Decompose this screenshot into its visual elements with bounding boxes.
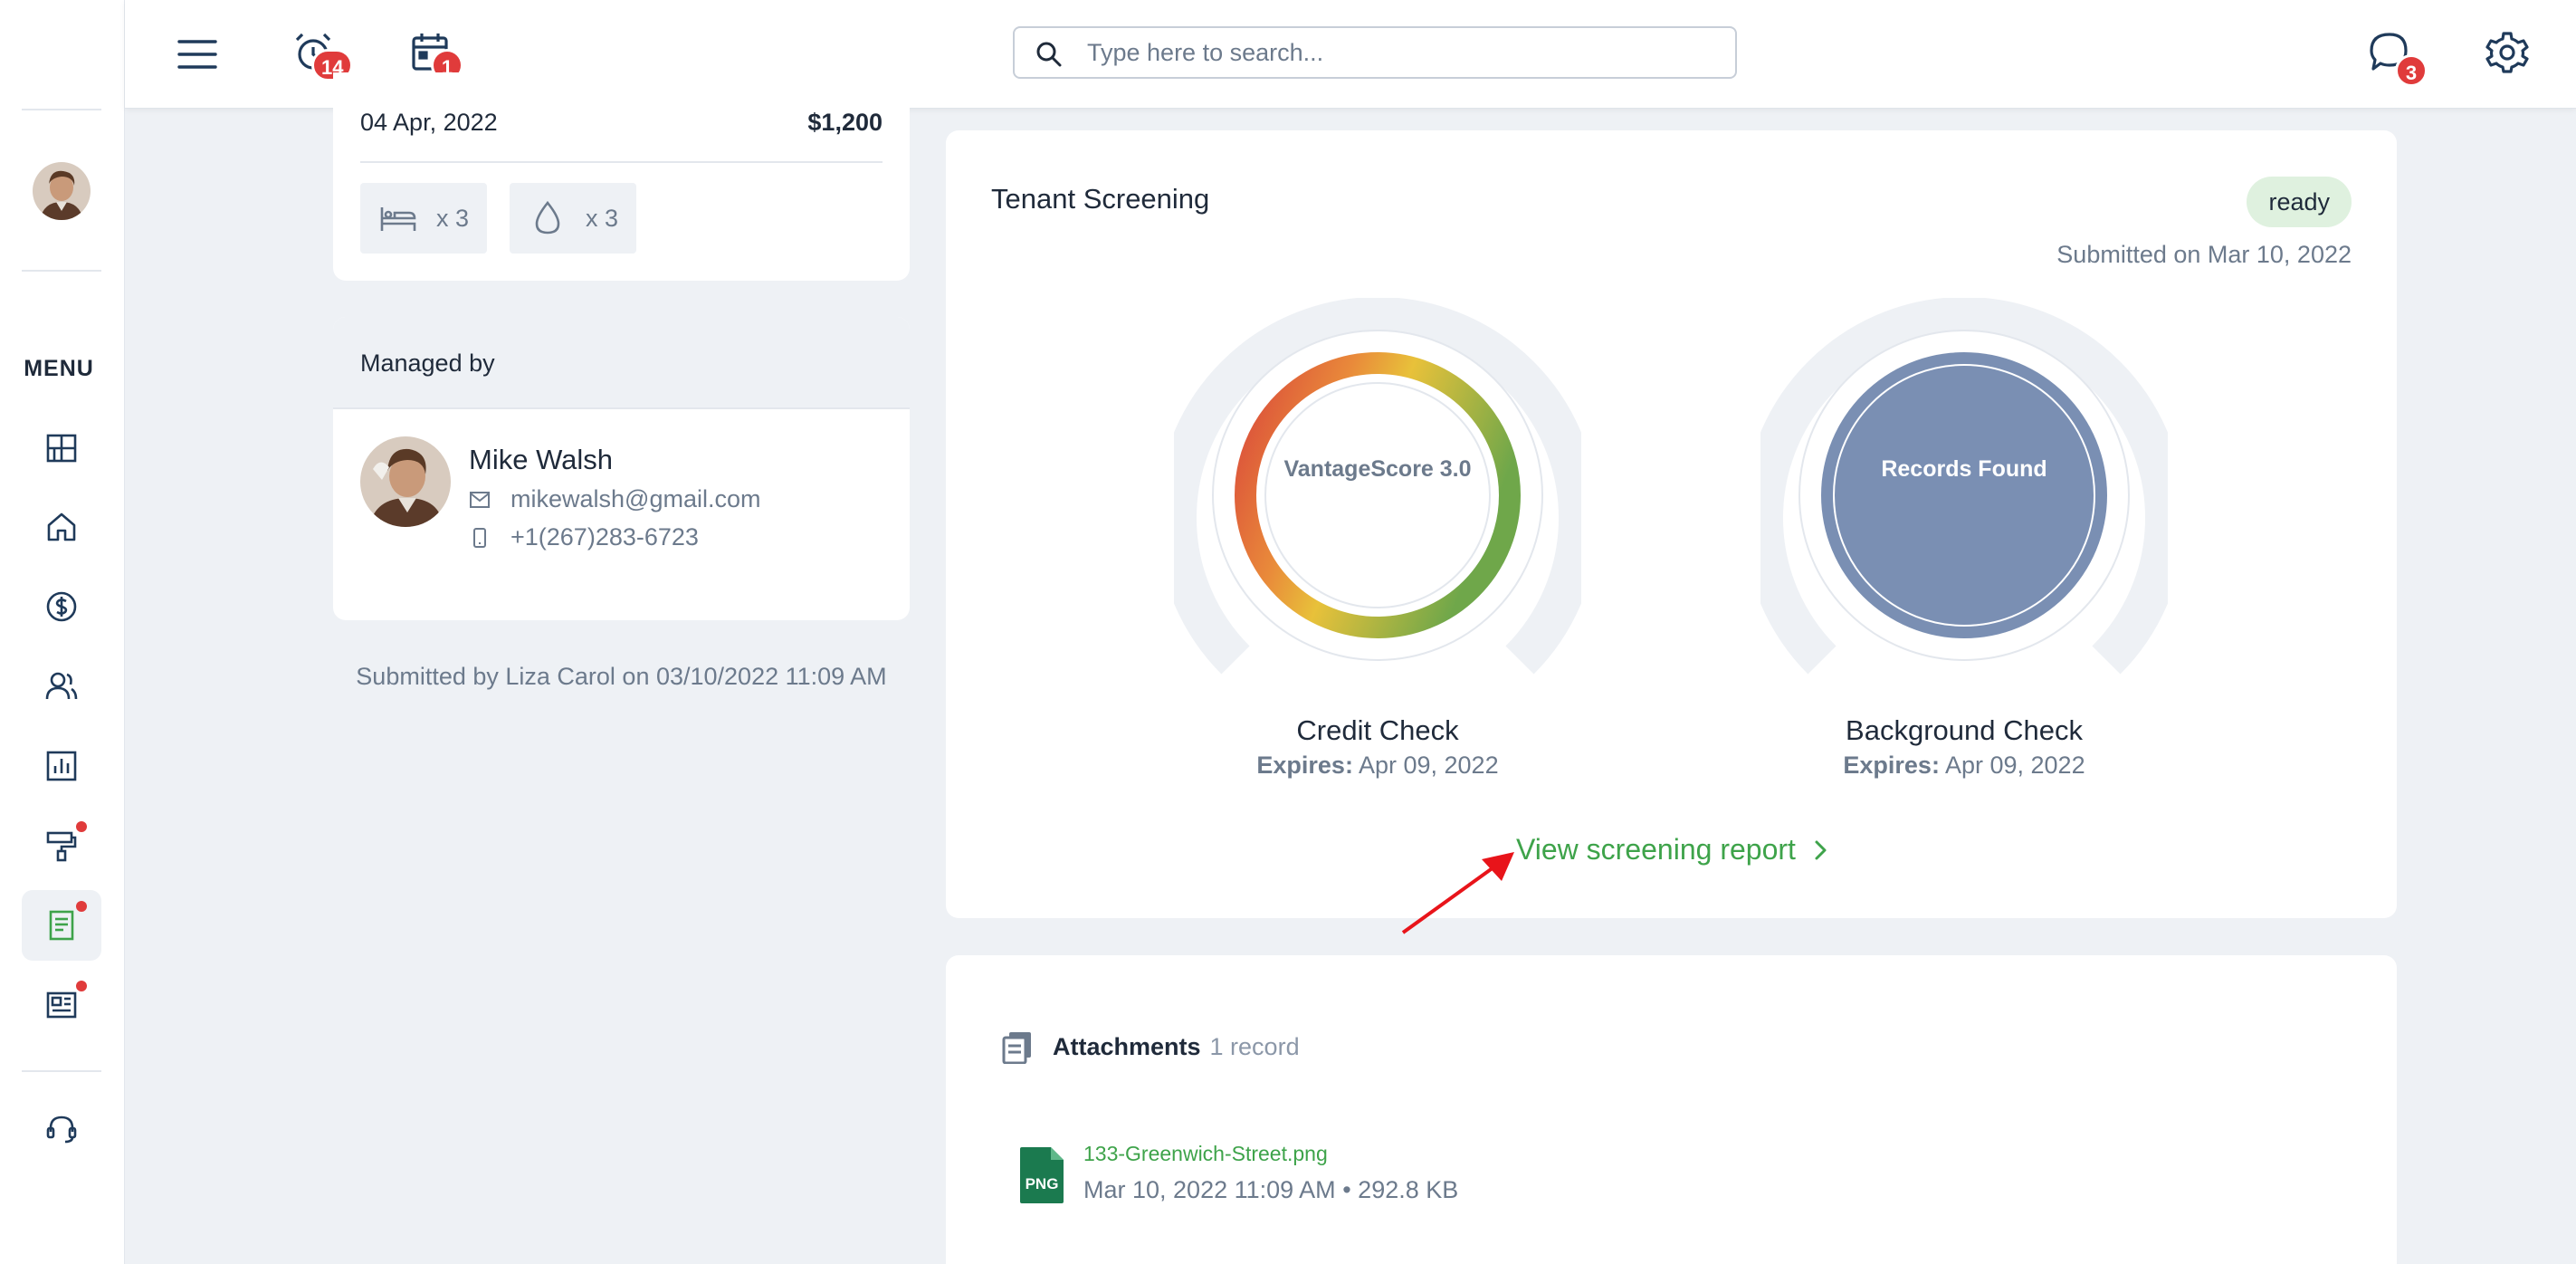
svg-text:PNG: PNG <box>1026 1175 1059 1192</box>
gear-icon <box>2485 32 2529 73</box>
attachments-card: Attachments 1 record PNG 133-Greenwich-S… <box>946 955 2397 1264</box>
view-screening-report-link[interactable]: View screening report <box>1516 833 1832 867</box>
credit-check-expiry: Expires: Apr 09, 2022 <box>1174 752 1581 780</box>
messages-count-badge: 3 <box>2395 54 2428 87</box>
sidebar-item-dashboard[interactable] <box>22 413 101 484</box>
credit-score-label: VantageScore 3.0 <box>1283 456 1472 482</box>
status-badge: ready <box>2247 177 2352 227</box>
manager-name: Mike Walsh <box>469 444 614 475</box>
home-icon <box>47 512 76 541</box>
calendar-button[interactable]: 1 <box>405 27 463 81</box>
chevron-right-icon <box>1815 840 1827 859</box>
notification-dot <box>76 901 87 912</box>
newspaper-icon <box>46 991 77 1019</box>
sidebar-item-support[interactable] <box>22 1093 101 1163</box>
sidebar-item-listings[interactable] <box>22 970 101 1040</box>
notification-dot <box>76 981 87 991</box>
sidebar-item-accounting[interactable] <box>22 571 101 642</box>
screening-title: Tenant Screening <box>991 183 1210 215</box>
credit-check-title: Credit Check <box>1296 714 1459 746</box>
credit-check-gauge[interactable]: VantageScore 3.0 <box>1157 297 1598 678</box>
report-link-label: View screening report <box>1516 833 1796 866</box>
attachments-title: Attachments <box>1053 1032 1201 1060</box>
bar-chart-icon <box>46 751 77 781</box>
png-file-icon: PNG <box>1020 1147 1064 1203</box>
hamburger-icon <box>177 40 217 69</box>
manager-email[interactable]: mikewalsh@gmail.com <box>510 485 760 513</box>
lease-amount: $1,200 <box>807 109 883 136</box>
search-input[interactable] <box>1087 35 1712 70</box>
attachment-size: 292.8 KB <box>1358 1176 1459 1203</box>
attachment-file-meta: Mar 10, 2022 11:09 AM • 292.8 KB <box>1083 1176 1458 1204</box>
phone-icon <box>473 527 486 548</box>
managed-by-card: Managed by Mike Walsh mikewalsh@gmail.co… <box>333 317 910 620</box>
sidebar-item-maintenance[interactable] <box>22 810 101 881</box>
bullet-separator: • <box>1342 1176 1359 1203</box>
menu-heading: MENU <box>24 356 94 381</box>
bathrooms-count: x 3 <box>586 204 619 232</box>
background-check-title: Background Check <box>1846 714 2083 746</box>
sidebar-divider <box>22 109 101 110</box>
headset-icon <box>46 1116 77 1144</box>
lease-summary-card: 04 Apr, 2022 $1,200 x 3 x 3 <box>333 72 910 281</box>
expires-date: Apr 09, 2022 <box>1944 752 2085 779</box>
expires-label: Expires: <box>1256 752 1353 779</box>
sidebar-divider <box>22 1070 101 1072</box>
expires-label: Expires: <box>1843 752 1940 779</box>
notification-dot <box>76 821 87 832</box>
sidebar-item-applications[interactable] <box>22 890 101 961</box>
attachments-header: Attachments 1 record <box>1000 1029 1300 1064</box>
bathrooms-chip: x 3 <box>510 183 637 254</box>
manager-phone[interactable]: +1(267)283-6723 <box>510 523 699 551</box>
users-icon <box>45 672 78 700</box>
attachment-date: Mar 10, 2022 11:09 AM <box>1083 1176 1336 1203</box>
managed-by-heading: Managed by <box>360 350 495 377</box>
background-check-gauge[interactable]: Records Found <box>1743 297 2185 678</box>
tenant-screening-card: Tenant Screening ready Submitted on Mar … <box>946 130 2397 918</box>
sidebar-item-properties[interactable] <box>22 492 101 562</box>
sidebar-item-reports[interactable] <box>22 731 101 801</box>
sidebar-item-people[interactable] <box>22 651 101 722</box>
dashboard-grid-icon <box>46 434 77 463</box>
alarm-notifications-button[interactable]: 14 <box>288 27 354 81</box>
paint-roller-icon <box>46 831 77 862</box>
annotation-arrow-icon <box>1401 852 1514 934</box>
dollar-circle-icon <box>46 591 77 622</box>
document-icon <box>49 910 74 941</box>
background-check-expiry: Expires: Apr 09, 2022 <box>1760 752 2168 780</box>
submitted-by-note: Submitted by Liza Carol on 03/10/2022 11… <box>356 663 887 690</box>
manager-avatar <box>360 436 451 527</box>
messages-button[interactable]: 3 <box>2364 27 2428 87</box>
water-drop-icon <box>535 200 560 235</box>
divider <box>360 161 883 163</box>
sidebar: MENU <box>0 0 125 1264</box>
hamburger-menu-button[interactable] <box>172 29 223 80</box>
attachments-icon <box>1002 1032 1031 1064</box>
search-icon <box>1036 42 1062 67</box>
mail-icon <box>470 491 490 508</box>
managed-by-header: Managed by <box>333 317 910 409</box>
search-box <box>1013 26 1737 79</box>
attachments-count: 1 record <box>1209 1032 1300 1060</box>
records-found-label: Records Found <box>1881 456 2047 482</box>
manager-email-row: mikewalsh@gmail.com <box>469 485 760 513</box>
lease-date: 04 Apr, 2022 <box>360 109 498 136</box>
submitted-on-date: Submitted on Mar 10, 2022 <box>2056 241 2352 268</box>
bedrooms-chip: x 3 <box>360 183 488 254</box>
user-avatar[interactable] <box>33 162 91 220</box>
settings-button[interactable] <box>2482 27 2533 78</box>
manager-phone-row: +1(267)283-6723 <box>469 523 699 551</box>
bed-icon <box>380 207 416 231</box>
attachment-file-link[interactable]: 133-Greenwich-Street.png <box>1083 1142 1328 1166</box>
bedrooms-count: x 3 <box>436 204 470 232</box>
expires-date: Apr 09, 2022 <box>1358 752 1499 779</box>
sidebar-divider <box>22 270 101 272</box>
